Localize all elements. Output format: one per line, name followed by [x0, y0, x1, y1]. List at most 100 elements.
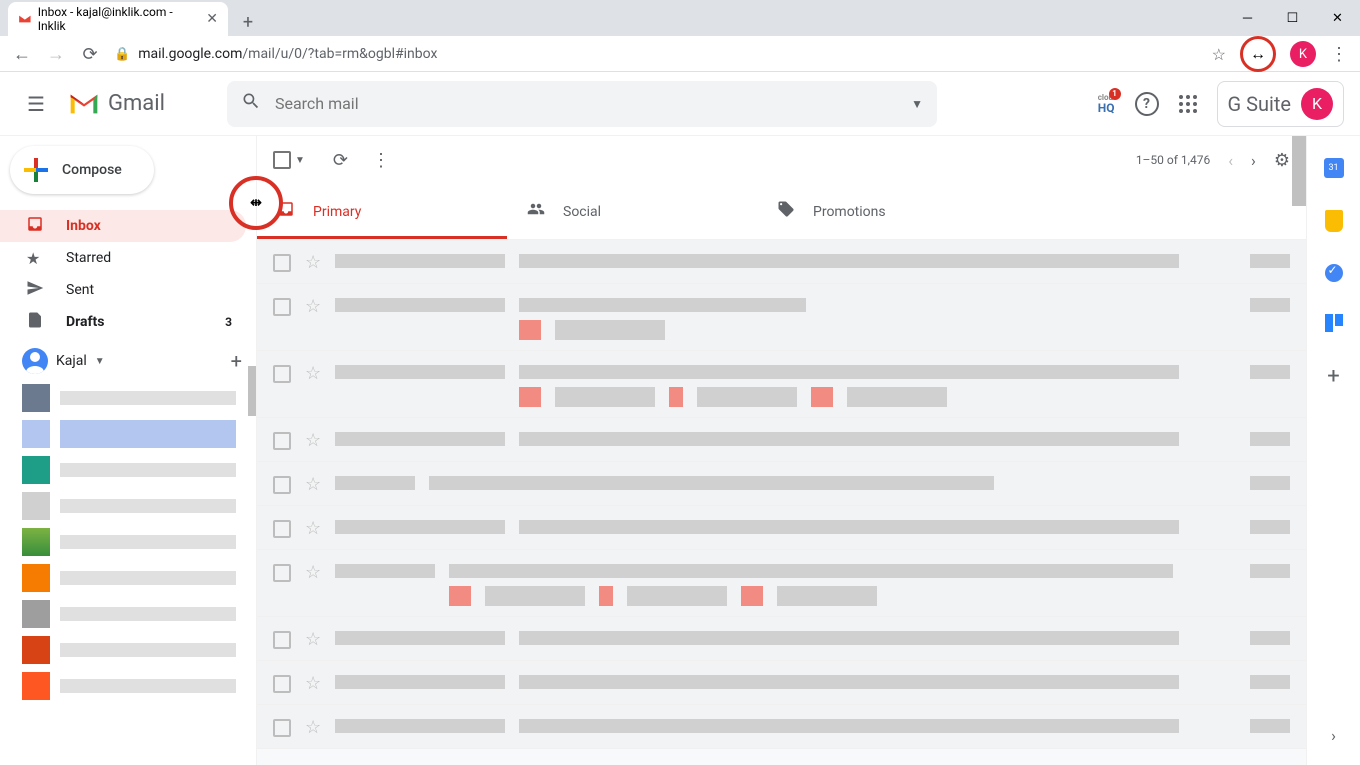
mail-row[interactable]: ☆ [257, 284, 1306, 351]
search-icon[interactable] [241, 91, 261, 116]
mail-row[interactable]: ☆ [257, 506, 1306, 550]
main-menu-icon[interactable]: ☰ [16, 84, 56, 124]
tab-primary[interactable]: Primary [257, 184, 507, 239]
maximize-button[interactable]: ☐ [1270, 3, 1315, 33]
mail-checkbox[interactable] [273, 254, 291, 272]
mail-star-icon[interactable]: ☆ [305, 296, 321, 317]
hangouts-user-row[interactable]: Kajal ▼ + [0, 348, 256, 374]
mail-star-icon[interactable]: ☆ [305, 363, 321, 384]
mail-row[interactable]: ☆ [257, 418, 1306, 462]
mail-row[interactable]: ☆ [257, 462, 1306, 506]
mail-row[interactable]: ☆ [257, 617, 1306, 661]
trello-addon-icon[interactable] [1325, 314, 1343, 332]
mail-row[interactable]: ☆ [257, 661, 1306, 705]
help-icon[interactable]: ? [1135, 92, 1159, 116]
mail-row[interactable]: ☆ [257, 550, 1306, 617]
mail-checkbox[interactable] [273, 675, 291, 693]
chat-item[interactable] [22, 564, 236, 592]
mail-date [1250, 254, 1290, 268]
nav-drafts[interactable]: Drafts 3 [0, 306, 246, 338]
apps-grid-icon[interactable] [1179, 95, 1197, 113]
chrome-menu-icon[interactable]: ⋮ [1330, 44, 1348, 65]
expand-panel-icon[interactable]: › [1331, 726, 1336, 745]
get-addons-icon[interactable]: + [1327, 364, 1339, 389]
compose-label: Compose [62, 162, 122, 178]
account-avatar[interactable]: K [1301, 88, 1333, 120]
refresh-icon[interactable]: ⟳ [333, 150, 348, 171]
address-bar: ← → ⟳ 🔒 mail.google.com/mail/u/0/?tab=rm… [0, 36, 1360, 72]
mail-star-icon[interactable]: ☆ [305, 474, 321, 495]
reload-button[interactable]: ⟳ [80, 44, 100, 64]
chat-list [0, 374, 256, 700]
mail-row[interactable]: ☆ [257, 351, 1306, 418]
chat-item[interactable] [22, 600, 236, 628]
gsuite-pill[interactable]: G Suite K [1217, 81, 1345, 127]
mail-row[interactable]: ☆ [257, 705, 1306, 749]
select-dropdown-icon[interactable]: ▼ [295, 155, 305, 166]
mail-checkbox[interactable] [273, 564, 291, 582]
mail-checkbox[interactable] [273, 719, 291, 737]
tab-promotions[interactable]: Promotions [757, 184, 1007, 239]
mail-subject [519, 254, 1236, 268]
user-dropdown-icon[interactable]: ▼ [95, 356, 105, 367]
prev-page-icon[interactable]: ‹ [1228, 151, 1233, 170]
resize-horizontal-icon[interactable]: ↔ [1250, 44, 1266, 64]
keep-addon-icon[interactable] [1325, 210, 1343, 232]
chat-item[interactable] [22, 672, 236, 700]
minimize-button[interactable]: ─ [1225, 3, 1270, 33]
search-input[interactable] [275, 94, 911, 113]
page-info: 1–50 of 1,476 [1136, 153, 1210, 167]
mail-star-icon[interactable]: ☆ [305, 518, 321, 539]
url-field[interactable]: 🔒 mail.google.com/mail/u/0/?tab=rm&ogbl#… [114, 46, 1198, 62]
mail-checkbox[interactable] [273, 432, 291, 450]
add-contact-icon[interactable]: + [231, 349, 242, 373]
chat-item[interactable] [22, 528, 236, 556]
mail-star-icon[interactable]: ☆ [305, 252, 321, 273]
chat-item[interactable] [22, 384, 236, 412]
mail-star-icon[interactable]: ☆ [305, 430, 321, 451]
search-options-icon[interactable]: ▼ [911, 97, 923, 111]
nav-starred[interactable]: ★ Starred [0, 242, 246, 274]
category-tabs: Primary Social Promotions [257, 184, 1306, 240]
mail-star-icon[interactable]: ☆ [305, 562, 321, 583]
chat-item[interactable] [22, 420, 236, 448]
search-bar[interactable]: ▼ [227, 81, 937, 127]
mail-checkbox[interactable] [273, 365, 291, 383]
send-icon [26, 279, 46, 301]
chat-item[interactable] [22, 492, 236, 520]
close-tab-icon[interactable]: ✕ [206, 11, 218, 27]
browser-tab[interactable]: Inbox - kajal@inklik.com - Inklik ✕ [8, 2, 228, 36]
more-menu-icon[interactable]: ⋮ [372, 150, 390, 171]
cloudhq-icon[interactable]: clou HQ 1 [1098, 94, 1115, 114]
settings-gear-icon[interactable]: ⚙ [1274, 150, 1290, 171]
mail-star-icon[interactable]: ☆ [305, 717, 321, 738]
gmail-logo[interactable]: Gmail [68, 91, 165, 116]
compose-button[interactable]: Compose [10, 146, 154, 194]
tab-social[interactable]: Social [507, 184, 757, 239]
nav-sent[interactable]: Sent [0, 274, 246, 306]
back-button[interactable]: ← [12, 44, 32, 64]
chat-item[interactable] [22, 636, 236, 664]
promotions-tab-icon [777, 200, 795, 223]
chrome-profile-badge[interactable]: K [1290, 41, 1316, 67]
next-page-icon[interactable]: › [1251, 151, 1256, 170]
tasks-addon-icon[interactable] [1325, 264, 1343, 282]
drafts-count: 3 [225, 315, 232, 329]
nav-inbox[interactable]: Inbox [0, 210, 246, 242]
bookmark-star-icon[interactable]: ☆ [1212, 45, 1226, 64]
close-window-button[interactable]: ✕ [1315, 3, 1360, 33]
mail-checkbox[interactable] [273, 631, 291, 649]
inbox-icon [26, 215, 46, 237]
mail-row[interactable]: ☆ [257, 240, 1306, 284]
calendar-addon-icon[interactable]: 31 [1324, 158, 1344, 178]
mail-star-icon[interactable]: ☆ [305, 673, 321, 694]
mail-star-icon[interactable]: ☆ [305, 629, 321, 650]
mail-checkbox[interactable] [273, 476, 291, 494]
mail-checkbox[interactable] [273, 298, 291, 316]
new-tab-button[interactable]: + [234, 8, 262, 36]
chat-item[interactable] [22, 456, 236, 484]
select-all-checkbox[interactable] [273, 151, 291, 169]
forward-button[interactable]: → [46, 44, 66, 64]
mail-checkbox[interactable] [273, 520, 291, 538]
extension-annotation: ↔ [1240, 36, 1276, 72]
